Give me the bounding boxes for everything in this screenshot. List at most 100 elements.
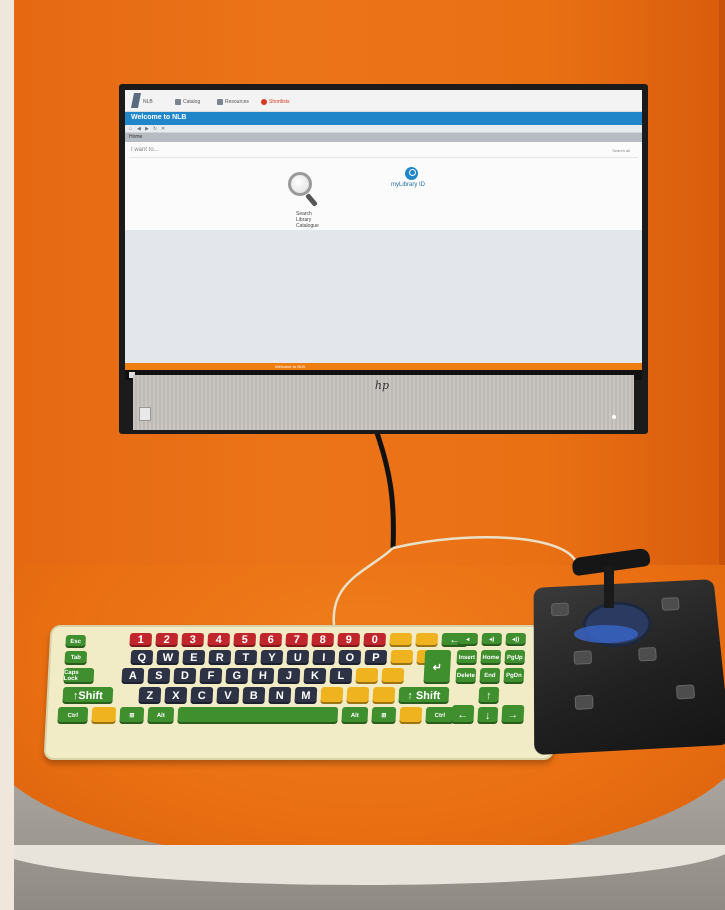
key-home[interactable]: Home bbox=[480, 650, 502, 665]
key-arrow-right[interactable]: → bbox=[501, 705, 525, 724]
key-arrow-up[interactable]: ↑ bbox=[478, 687, 500, 704]
key-insert[interactable]: Insert bbox=[456, 650, 478, 665]
key-3[interactable]: 3 bbox=[181, 633, 205, 647]
key-slash[interactable] bbox=[372, 687, 396, 704]
key-pgdn[interactable]: PgDn bbox=[503, 668, 525, 684]
key-w[interactable]: W bbox=[156, 650, 180, 665]
key-m[interactable]: M bbox=[294, 687, 318, 704]
key-space[interactable] bbox=[177, 707, 339, 724]
big-key-keyboard: Esc 1 2 3 4 5 6 7 8 9 0 ← Tab Q W E R T … bbox=[43, 625, 561, 760]
key-arrow-left[interactable]: ← bbox=[451, 705, 475, 724]
joystick-button[interactable] bbox=[574, 694, 594, 710]
key-enter[interactable]: ↵ bbox=[423, 650, 452, 684]
key-minus[interactable] bbox=[389, 633, 413, 647]
key-fn[interactable] bbox=[91, 707, 117, 724]
joystick-base bbox=[533, 579, 725, 756]
joystick-button[interactable] bbox=[661, 597, 680, 611]
key-menu[interactable]: ⊞ bbox=[371, 707, 397, 724]
home-icon[interactable]: ⌂ bbox=[129, 126, 132, 132]
divider bbox=[129, 157, 638, 158]
key-l[interactable]: L bbox=[329, 668, 353, 684]
page-title: Welcome to NLB bbox=[131, 114, 187, 121]
key-j[interactable]: J bbox=[277, 668, 301, 684]
key-5[interactable]: 5 bbox=[233, 633, 257, 647]
tile-label: myLibrary ID bbox=[391, 182, 426, 188]
key-alt-right[interactable]: Alt bbox=[341, 707, 369, 724]
nav-bar: ⌂ ◀ ▶ ↻ ✕ bbox=[125, 125, 642, 133]
joystick-button[interactable] bbox=[573, 650, 592, 665]
key-windows[interactable]: ⊞ bbox=[119, 707, 145, 724]
tab-shortlists[interactable]: Shortlists bbox=[261, 96, 290, 107]
title-bar: Welcome to NLB bbox=[125, 112, 642, 125]
key-o[interactable]: O bbox=[338, 650, 362, 665]
tab-catalog[interactable]: Catalog bbox=[175, 96, 200, 107]
key-9[interactable]: 9 bbox=[337, 633, 361, 647]
tab-resources[interactable]: Resources bbox=[217, 96, 249, 107]
key-e[interactable]: E bbox=[182, 650, 206, 665]
key-semicolon[interactable] bbox=[355, 668, 379, 684]
key-esc[interactable]: Esc bbox=[65, 635, 87, 648]
key-shift-right[interactable]: ↑ Shift bbox=[398, 687, 450, 704]
joystick-button[interactable] bbox=[551, 602, 569, 617]
tab-home[interactable]: NLB bbox=[143, 96, 153, 107]
key-caps-lock[interactable]: Caps Lock bbox=[63, 668, 95, 684]
key-v[interactable]: V bbox=[216, 687, 240, 704]
key-4[interactable]: 4 bbox=[207, 633, 231, 647]
key-b[interactable]: B bbox=[242, 687, 266, 704]
key-0[interactable]: 0 bbox=[363, 633, 387, 647]
user-icon bbox=[405, 167, 418, 180]
close-icon[interactable]: ✕ bbox=[161, 126, 165, 132]
key-r[interactable]: R bbox=[208, 650, 232, 665]
key-f[interactable]: F bbox=[199, 668, 223, 684]
key-p[interactable]: P bbox=[364, 650, 388, 665]
key-z[interactable]: Z bbox=[138, 687, 162, 704]
key-y[interactable]: Y bbox=[260, 650, 284, 665]
refresh-icon[interactable]: ↻ bbox=[153, 126, 157, 132]
empty-content-area bbox=[125, 230, 642, 363]
key-i[interactable]: I bbox=[312, 650, 336, 665]
key-7[interactable]: 7 bbox=[285, 633, 309, 647]
key-quote[interactable] bbox=[381, 668, 405, 684]
monitor: NLB Catalog Resources Shortlists Welcome… bbox=[119, 84, 648, 434]
key-mute[interactable]: ◂ bbox=[457, 633, 479, 646]
key-h[interactable]: H bbox=[251, 668, 275, 684]
key-c[interactable]: C bbox=[190, 687, 214, 704]
address-bar[interactable]: Home bbox=[125, 133, 642, 142]
key-ctrl-left[interactable]: Ctrl bbox=[57, 707, 89, 724]
sticker bbox=[139, 407, 151, 421]
key-ctrl-right[interactable]: Ctrl bbox=[425, 707, 455, 724]
key-delete[interactable]: Delete bbox=[455, 668, 477, 684]
key-end[interactable]: End bbox=[479, 668, 501, 684]
search-all-link[interactable]: Search all bbox=[612, 148, 630, 153]
key-2[interactable]: 2 bbox=[155, 633, 179, 647]
key-q[interactable]: Q bbox=[130, 650, 154, 665]
key-pgup[interactable]: PgUp bbox=[504, 650, 526, 665]
key-6[interactable]: 6 bbox=[259, 633, 283, 647]
joystick-button[interactable] bbox=[675, 684, 696, 700]
key-a[interactable]: A bbox=[121, 668, 145, 684]
key-arrow-down[interactable]: ↓ bbox=[477, 707, 499, 724]
key-period[interactable] bbox=[346, 687, 370, 704]
key-u[interactable]: U bbox=[286, 650, 310, 665]
key-s[interactable]: S bbox=[147, 668, 171, 684]
key-d[interactable]: D bbox=[173, 668, 197, 684]
key-k[interactable]: K bbox=[303, 668, 327, 684]
key-x[interactable]: X bbox=[164, 687, 188, 704]
key-fn-right[interactable] bbox=[399, 707, 423, 724]
key-vol-up[interactable]: ◂)) bbox=[505, 633, 527, 646]
key-g[interactable]: G bbox=[225, 668, 249, 684]
key-bracket-left[interactable] bbox=[390, 650, 414, 665]
key-vol-down[interactable]: ◂) bbox=[481, 633, 503, 646]
key-1[interactable]: 1 bbox=[129, 633, 153, 647]
key-t[interactable]: T bbox=[234, 650, 258, 665]
key-n[interactable]: N bbox=[268, 687, 292, 704]
key-alt-left[interactable]: Alt bbox=[147, 707, 175, 724]
key-comma[interactable] bbox=[320, 687, 344, 704]
key-tab[interactable]: Tab bbox=[64, 651, 88, 665]
key-shift-left[interactable]: ↑Shift bbox=[62, 687, 114, 704]
key-equals[interactable] bbox=[415, 633, 439, 647]
key-8[interactable]: 8 bbox=[311, 633, 335, 647]
back-icon[interactable]: ◀ bbox=[137, 126, 141, 132]
forward-icon[interactable]: ▶ bbox=[145, 126, 149, 132]
joystick-button[interactable] bbox=[638, 647, 657, 662]
